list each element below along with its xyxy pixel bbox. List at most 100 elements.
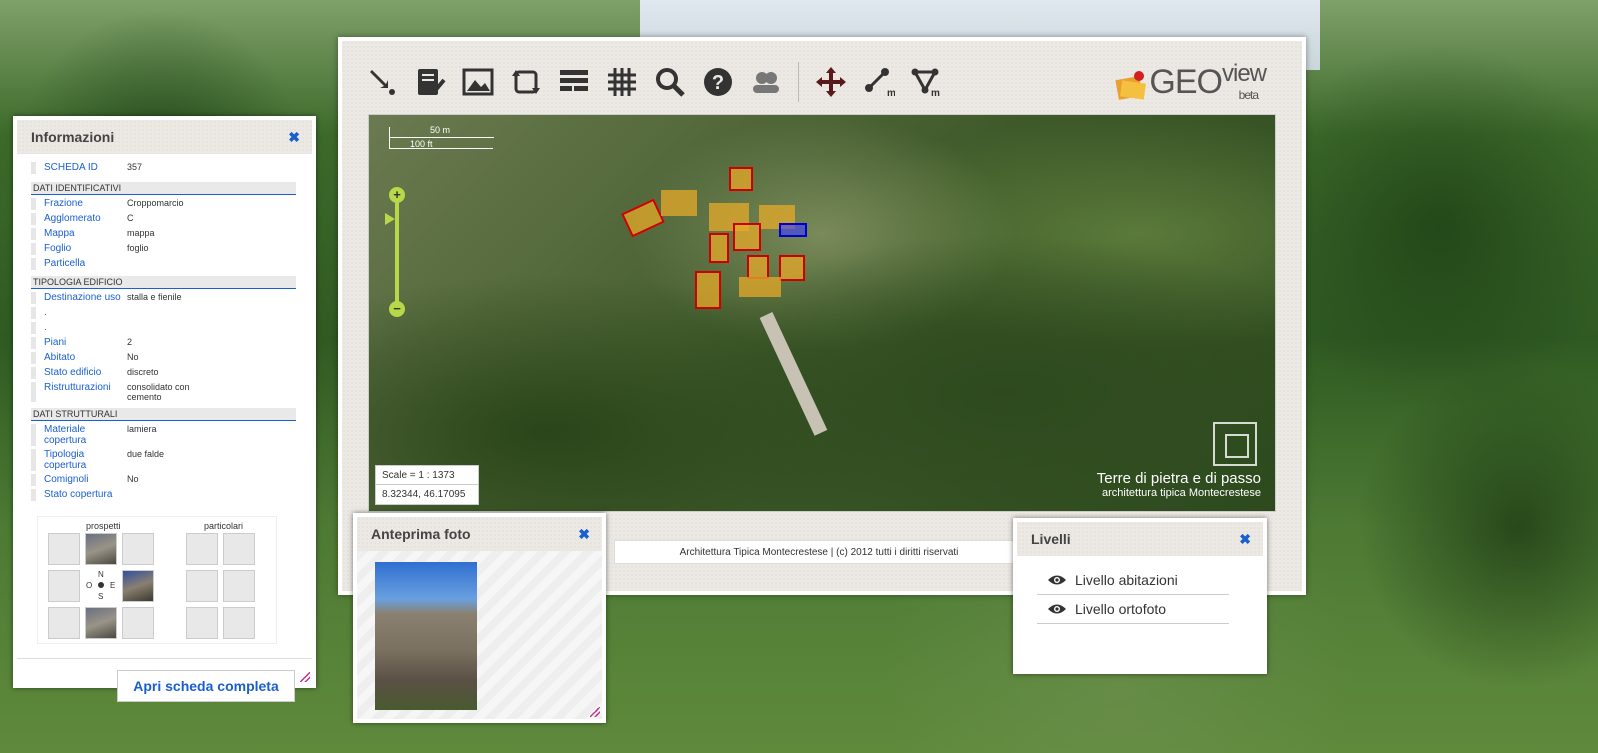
field-value: 357 — [127, 162, 143, 172]
field-label: . — [31, 307, 127, 319]
divider — [17, 658, 312, 659]
layer-item-ortofoto[interactable]: Livello ortofoto — [1037, 595, 1229, 624]
image-icon[interactable] — [458, 62, 498, 102]
field-row: Piani 2 — [31, 337, 312, 349]
edit-list-icon[interactable] — [410, 62, 450, 102]
section-header: DATI STRUTTURALI — [31, 408, 296, 421]
detail-thumbnail-empty[interactable] — [223, 607, 255, 639]
field-label: Stato copertura — [31, 489, 127, 501]
field-value: Croppomarcio — [127, 198, 184, 208]
resize-handle-icon[interactable] — [300, 672, 310, 682]
grid-icon[interactable] — [602, 62, 642, 102]
search-icon[interactable] — [650, 62, 690, 102]
building[interactable] — [739, 277, 781, 297]
measure-line-icon[interactable]: m — [859, 62, 899, 102]
logo-view-text: view — [1221, 60, 1267, 87]
eye-icon[interactable] — [1047, 603, 1067, 615]
photo-preview-body — [357, 551, 602, 719]
resize-handle-icon[interactable] — [590, 707, 600, 717]
geoview-logo: GEO view beta — [1115, 60, 1267, 102]
zoom-out-button[interactable]: − — [389, 301, 405, 317]
photo-thumbnail-empty[interactable] — [48, 533, 80, 565]
field-row: Stato copertura — [31, 489, 312, 501]
photo-thumbnail[interactable] — [85, 607, 117, 639]
building[interactable] — [779, 255, 805, 281]
logo-beta-text: beta — [1238, 88, 1259, 102]
open-full-record-button[interactable]: Apri scheda completa — [117, 670, 295, 702]
scale-bar: 50 m 100 ft — [389, 125, 494, 149]
field-value: 2 — [127, 337, 133, 347]
photo-thumbnail-empty[interactable] — [48, 607, 80, 639]
preview-photo[interactable] — [375, 562, 477, 710]
close-icon[interactable]: ✖ — [288, 129, 300, 146]
detail-thumbnail-empty[interactable] — [186, 570, 218, 602]
photo-thumbnail[interactable] — [85, 533, 117, 565]
field-label: SCHEDA ID — [31, 162, 127, 174]
field-value: No — [127, 352, 139, 362]
detail-thumbnail-empty[interactable] — [223, 533, 255, 565]
compass-s: S — [98, 592, 104, 601]
field-row: SCHEDA ID 357 — [31, 162, 312, 174]
section-header: DATI IDENTIFICATIVI — [31, 182, 296, 195]
zoom-handle[interactable] — [385, 213, 395, 225]
measure-area-icon[interactable]: m — [907, 62, 947, 102]
photo-thumbnail[interactable] — [122, 570, 154, 602]
field-value: discreto — [127, 367, 159, 377]
layers-panel-title: Livelli — [1031, 531, 1071, 547]
field-value: stalla e fienile — [127, 292, 182, 302]
detail-thumbnail-empty[interactable] — [186, 607, 218, 639]
photo-thumbnail-empty[interactable] — [122, 533, 154, 565]
info-panel-header[interactable]: Informazioni ✖ — [17, 120, 312, 154]
building[interactable] — [661, 190, 697, 216]
scale-meters: 50 m — [430, 125, 451, 135]
eye-icon[interactable] — [1047, 574, 1067, 586]
toolbar: ? m m — [362, 61, 955, 103]
scale-readout: Scale = 1 : 1373 — [375, 465, 479, 486]
field-label: Abitato — [31, 352, 127, 364]
field-row: Particella — [31, 258, 312, 270]
field-row: Materiale copertura lamiera — [31, 424, 312, 446]
building[interactable] — [695, 271, 721, 309]
map-window: ? m m GEO view beta 50 m 100 ft + − Scal… — [338, 37, 1306, 595]
photo-thumbnail-empty[interactable] — [122, 607, 154, 639]
zoom-in-button[interactable]: + — [389, 187, 405, 203]
building[interactable] — [729, 167, 753, 191]
select-arrow-icon[interactable] — [362, 62, 402, 102]
users-icon[interactable] — [746, 62, 786, 102]
compass-icon: N O E S — [85, 570, 117, 602]
map-canvas[interactable]: 50 m 100 ft + − Scale = 1 : 1373 8.32344… — [368, 114, 1276, 512]
close-icon[interactable]: ✖ — [578, 526, 590, 543]
map-road — [759, 312, 828, 436]
field-label: Ristrutturazioni — [31, 382, 127, 402]
help-icon[interactable]: ? — [698, 62, 738, 102]
toolbar-separator — [798, 62, 799, 102]
pan-icon[interactable] — [811, 62, 851, 102]
photo-thumbnail-empty[interactable] — [48, 570, 80, 602]
layers-list-icon[interactable] — [554, 62, 594, 102]
field-label: . — [31, 322, 127, 334]
layers-panel-body: Livello abitazioni Livello ortofoto — [1017, 556, 1263, 670]
field-row: . — [31, 322, 312, 334]
building-selected[interactable] — [779, 223, 807, 237]
layer-item-abitazioni[interactable]: Livello abitazioni — [1037, 566, 1229, 595]
layer-label: Livello ortofoto — [1075, 601, 1167, 617]
field-row: Agglomerato C — [31, 213, 312, 225]
zoom-slider[interactable]: + − — [385, 187, 405, 317]
photo-preview-header[interactable]: Anteprima foto ✖ — [357, 517, 602, 551]
close-icon[interactable]: ✖ — [1239, 531, 1251, 548]
detail-thumbnail-empty[interactable] — [223, 570, 255, 602]
building[interactable] — [747, 255, 769, 279]
compass-e: E — [110, 581, 116, 590]
extent-icon[interactable] — [506, 62, 546, 102]
building[interactable] — [709, 233, 729, 263]
detail-thumbnail-empty[interactable] — [186, 533, 218, 565]
building[interactable] — [733, 223, 761, 251]
compass-n: N — [98, 570, 104, 579]
field-label: Mappa — [31, 228, 127, 240]
svg-text:m: m — [931, 88, 940, 98]
building[interactable] — [621, 198, 665, 238]
info-panel: Informazioni ✖ SCHEDA ID 357 DATI IDENTIF… — [13, 116, 316, 702]
field-row: Abitato No — [31, 352, 312, 364]
map-watermark: Terre di pietra e di passo architettura … — [1097, 470, 1261, 499]
layers-panel-header[interactable]: Livelli ✖ — [1017, 522, 1263, 556]
